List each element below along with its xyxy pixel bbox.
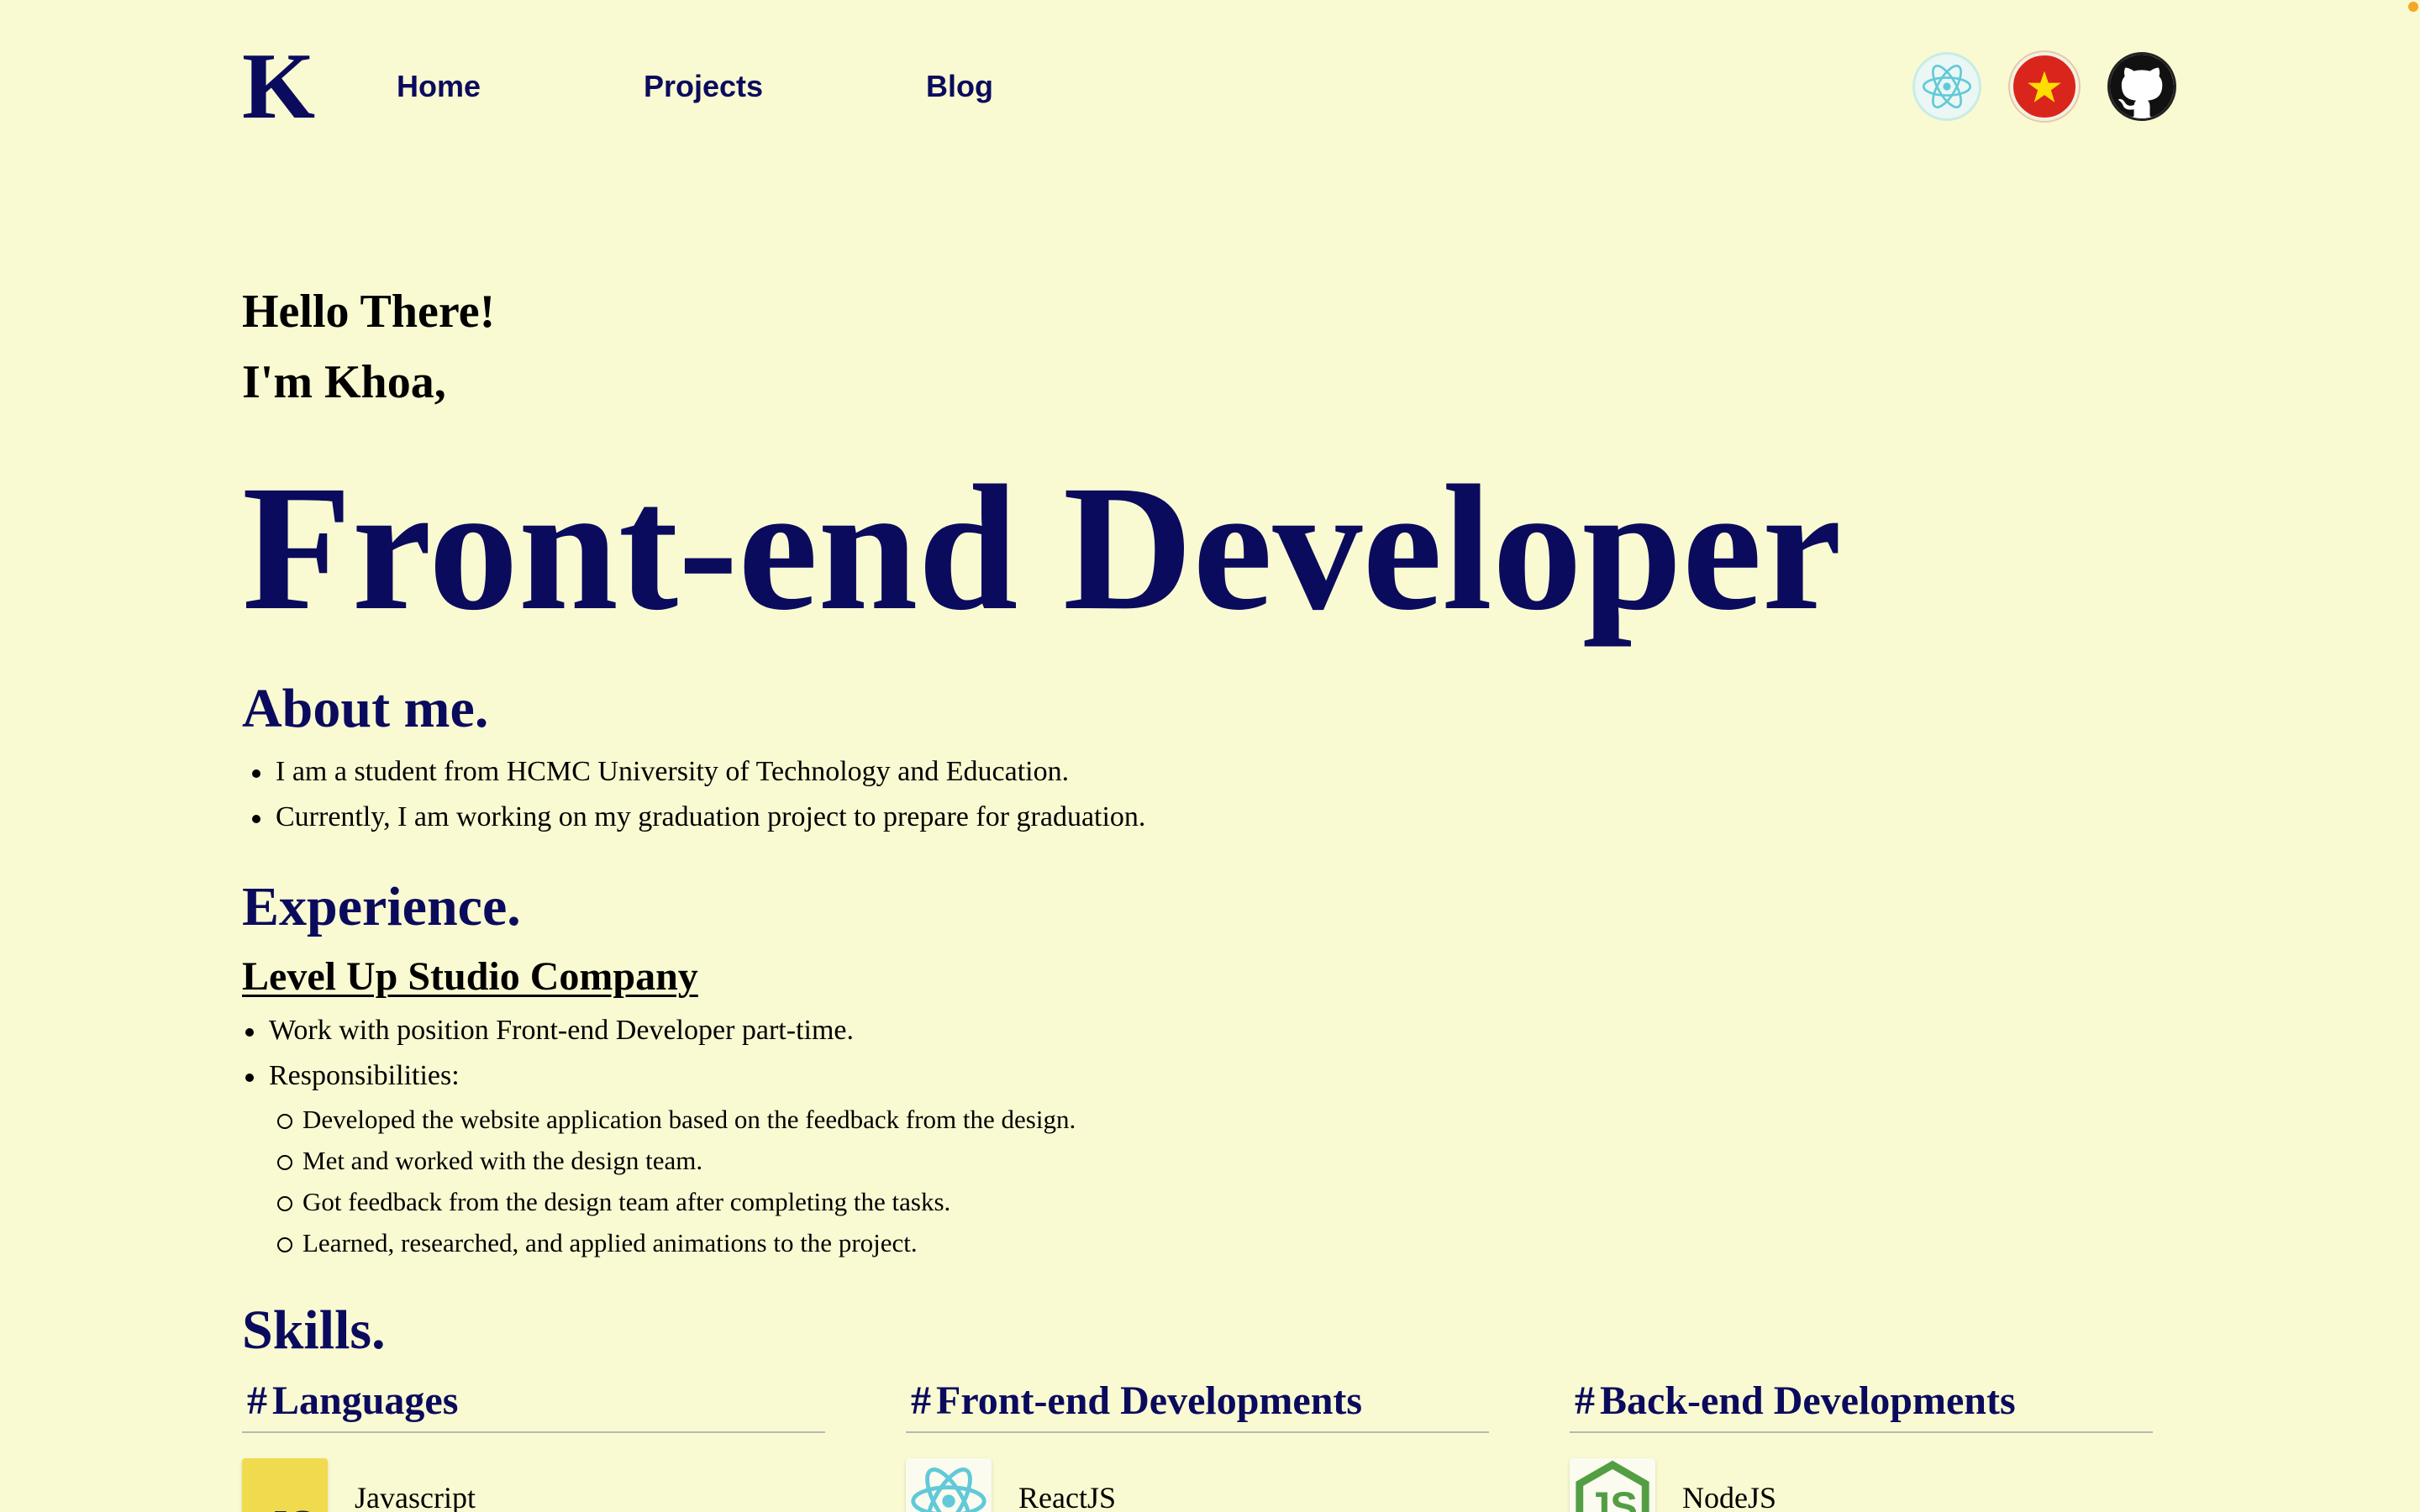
company-link[interactable]: Level Up Studio Company <box>242 949 698 1005</box>
nodejs-icon: JS <box>1570 1458 1655 1512</box>
javascript-icon: JS <box>242 1458 328 1512</box>
about-heading: About me. <box>242 678 489 739</box>
list-item: I am a student from HCMC University of T… <box>242 749 1145 795</box>
skills-category-heading: # Languages <box>242 1374 825 1433</box>
skills-category-title: Back-end Developments <box>1600 1378 2016 1423</box>
nav-link-blog[interactable]: Blog <box>926 66 993 108</box>
skill-item: JS Javascript <box>242 1458 746 1512</box>
hero-title: Front-end Developer <box>242 449 1842 648</box>
about-list: I am a student from HCMC University of T… <box>242 749 1145 840</box>
skills-category-title: Languages <box>272 1378 459 1423</box>
skills-category-title: Front-end Developments <box>936 1378 1363 1423</box>
top-navigation: K Home Projects Blog <box>242 39 2178 134</box>
react-icon <box>1922 65 1972 108</box>
skill-name: ReactJS <box>1018 1481 1116 1512</box>
github-icon <box>2110 55 2174 118</box>
status-dot <box>2408 2 2418 12</box>
github-link-button[interactable] <box>2107 52 2176 121</box>
skill-item: ReactJS <box>906 1458 1410 1512</box>
react-theme-button[interactable] <box>1912 52 1981 121</box>
list-item: Learned, researched, and applied animati… <box>276 1222 1076 1263</box>
svg-text:JS: JS <box>1587 1485 1638 1512</box>
nav-link-projects[interactable]: Projects <box>644 66 763 108</box>
greeting-hello: Hello There! <box>242 286 496 338</box>
hash-icon: # <box>247 1378 267 1423</box>
list-item: Met and worked with the design team. <box>276 1140 1076 1181</box>
skills-backend-column: # Back-end Developments JS NodeJS <box>1570 1374 2153 1512</box>
skills-heading: Skills. <box>242 1299 386 1361</box>
skill-name: Javascript <box>355 1481 476 1512</box>
skills-languages-column: #Languages JS Javascript <box>242 1374 825 1512</box>
experience-list: Work with position Front-end Developer p… <box>242 1008 854 1099</box>
experience-heading: Experience. <box>242 876 521 937</box>
skills-category-heading: # Front-end Developments <box>906 1374 1489 1433</box>
hash-icon: # <box>911 1378 931 1423</box>
site-logo[interactable]: K <box>242 39 315 134</box>
list-item: Work with position Front-end Developer p… <box>242 1008 854 1053</box>
skill-name: NodeJS <box>1682 1481 1777 1512</box>
nav-link-home[interactable]: Home <box>397 66 481 108</box>
skills-category-heading: # Back-end Developments <box>1570 1374 2153 1433</box>
page: K Home Projects Blog Hello There! I'm Kh… <box>242 0 2178 1512</box>
skill-item: JS NodeJS <box>1570 1458 2074 1512</box>
list-item: Responsibilities: <box>242 1053 854 1099</box>
reactjs-icon <box>906 1458 992 1512</box>
list-item: Developed the website application based … <box>276 1099 1076 1140</box>
hash-icon: # <box>1575 1378 1595 1423</box>
skills-frontend-column: # Front-end Developments ReactJS <box>906 1374 1489 1512</box>
greeting-name: I'm Khoa, <box>242 356 446 408</box>
language-vietnamese-button[interactable] <box>2010 52 2079 121</box>
vietnam-flag-icon <box>2028 71 2061 102</box>
list-item: Got feedback from the design team after … <box>276 1181 1076 1222</box>
responsibilities-list: Developed the website application based … <box>276 1099 1076 1263</box>
javascript-logo-text: JS <box>266 1503 316 1512</box>
list-item: Currently, I am working on my graduation… <box>242 795 1145 840</box>
